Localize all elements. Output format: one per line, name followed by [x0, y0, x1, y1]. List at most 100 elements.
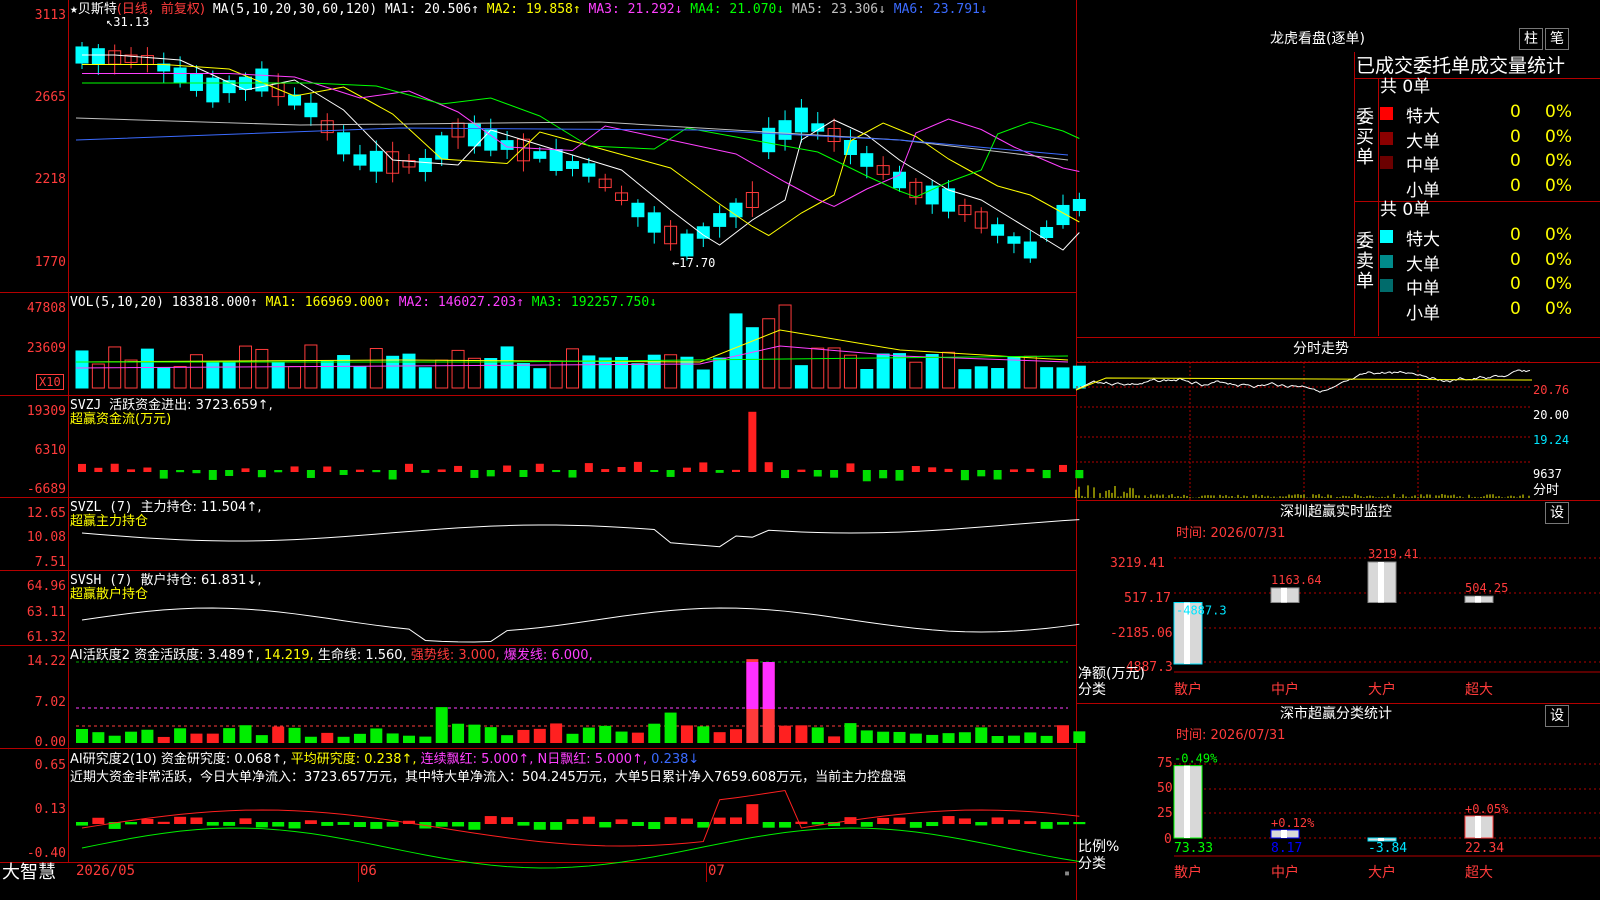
- research-bar: [860, 822, 873, 827]
- order-color-swatch: [1380, 156, 1393, 169]
- sz-monitor-settings-button[interactable]: 设: [1545, 502, 1569, 524]
- activity-bar: [550, 723, 563, 743]
- activity-bar: [991, 736, 1004, 743]
- panel-separator: [0, 862, 1076, 863]
- monitor-value-label: 1163.64: [1271, 573, 1322, 587]
- flow-bar: [388, 470, 397, 480]
- sz-class-settings-button[interactable]: 设: [1545, 705, 1569, 727]
- activity-bar: [435, 707, 448, 743]
- order-row: 特大 0 0%: [1380, 225, 1600, 250]
- flow-bar: [454, 465, 463, 472]
- class-bar-highlight: [1475, 815, 1481, 838]
- research-bar: [484, 816, 497, 824]
- flow-bar: [977, 470, 986, 477]
- order-percent: 0%: [1545, 126, 1572, 147]
- x-axis-label: 07: [708, 863, 725, 879]
- candle-body: [1023, 241, 1037, 259]
- order-count: 0: [1510, 225, 1521, 245]
- activity-bar: [615, 731, 628, 743]
- volume-bar: [288, 366, 302, 389]
- activity-bar: [272, 726, 285, 743]
- order-count: 0: [1510, 126, 1521, 147]
- candle-body: [991, 224, 1005, 236]
- research-bar: [779, 822, 792, 828]
- activity-bar: [108, 735, 121, 743]
- order-percent: 0%: [1545, 151, 1572, 171]
- monitor-bar-highlight: [1475, 596, 1481, 603]
- research-bar: [76, 822, 88, 826]
- research-bar: [141, 818, 154, 824]
- activity-bar: [190, 733, 203, 743]
- sz-monitor-title: 深圳超赢实时监控: [1280, 504, 1392, 520]
- kline-chart-area[interactable]: [0, 0, 1086, 869]
- flow-bar: [928, 467, 937, 472]
- sz-class-chart[interactable]: -0.49% 73.33 散户 +0.12% 8.17 中户 -3.84 大户 +0.05% 22…: [1173, 746, 1600, 900]
- research-bar: [926, 822, 939, 827]
- volume-bar: [925, 354, 939, 389]
- order-color-swatch: [1380, 279, 1393, 292]
- research-bar: [730, 817, 742, 824]
- candle-body: [942, 188, 956, 212]
- order-type-label: 大单: [1406, 254, 1440, 275]
- lock-icon[interactable]: ▪: [1064, 866, 1070, 881]
- class-change-label: +0.05%: [1465, 802, 1509, 816]
- flow-bar: [290, 466, 299, 472]
- research-bar: [550, 822, 563, 830]
- activity-bar: [452, 723, 465, 743]
- flow-bar: [960, 470, 969, 481]
- flow-bar: [846, 463, 855, 472]
- volume-bar: [794, 365, 808, 389]
- flow-bar: [715, 470, 724, 473]
- activity-bar: [288, 727, 301, 743]
- research-bar: [157, 821, 170, 824]
- research-bar: [1040, 822, 1053, 829]
- volume-bar: [762, 318, 776, 389]
- volume-bar: [435, 359, 449, 389]
- order-color-swatch: [1380, 230, 1393, 243]
- candle-body: [582, 163, 596, 177]
- candle-body: [713, 213, 727, 227]
- monitor-category-label: 中户: [1271, 681, 1299, 698]
- monitor-value-label: 504.25: [1465, 581, 1508, 595]
- activity-bar: [206, 733, 219, 743]
- order-percent: 0%: [1545, 298, 1572, 319]
- order-type-label: 中单: [1406, 156, 1440, 176]
- intraday-time-label: 分时: [1533, 483, 1560, 498]
- volume-bar: [1040, 367, 1054, 389]
- intraday-chart[interactable]: [1075, 361, 1533, 500]
- flow-bar: [355, 469, 364, 472]
- sz-class-time: 时间: 2026/07/31: [1176, 728, 1286, 743]
- sz-monitor-chart[interactable]: -4887.3 散户 1163.64 中户 3219.41 大户 504.25 超大: [1173, 546, 1600, 698]
- class-change-label: +0.12%: [1271, 816, 1315, 830]
- order-count: 0: [1510, 175, 1521, 196]
- research-bar: [582, 816, 595, 824]
- sz-class-axis-label: 0: [1164, 832, 1172, 847]
- pen-mode-button[interactable]: 笔: [1545, 28, 1569, 50]
- volume-bar: [696, 369, 710, 389]
- volume-bar: [860, 368, 874, 389]
- class-category-label: 散户: [1174, 864, 1202, 881]
- research-bar: [975, 822, 988, 826]
- activity-bar: [419, 736, 432, 743]
- monitor-category-label: 大户: [1368, 681, 1396, 698]
- activity-bar: [877, 731, 890, 743]
- flow-bar: [127, 469, 136, 472]
- volume-bar: [369, 348, 383, 389]
- flow-bar: [339, 470, 348, 475]
- activity-bar: [844, 723, 857, 743]
- flow-bar: [274, 470, 283, 473]
- research-bar: [370, 822, 383, 829]
- research-bar: [877, 817, 890, 824]
- volume-bar: [631, 363, 645, 389]
- flow-bar: [1042, 470, 1051, 479]
- research-bar: [991, 817, 1004, 824]
- main-holding-line: [81, 519, 1080, 548]
- monitor-value-label: -4887.3: [1176, 604, 1227, 618]
- order-row: 大单 0 0%: [1380, 126, 1600, 152]
- activity-bar: [1024, 732, 1037, 743]
- research-bar: [1073, 822, 1086, 825]
- bar-mode-button[interactable]: 柱: [1519, 28, 1543, 50]
- order-row: 中单 0 0%: [1380, 274, 1600, 299]
- activity-bar: [958, 732, 971, 743]
- order-type-label: 特大: [1406, 230, 1440, 250]
